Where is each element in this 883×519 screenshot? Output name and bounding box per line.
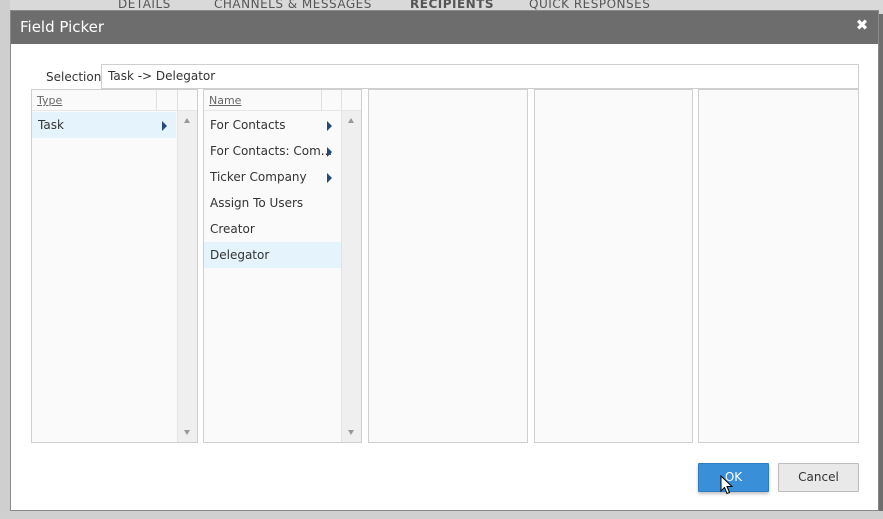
header-divider (321, 90, 322, 111)
name-header-label[interactable]: Name (209, 94, 241, 107)
name-column-scrollbar[interactable] (341, 111, 361, 442)
selection-label: Selection (46, 70, 102, 84)
list-item-for-contacts[interactable]: For Contacts (204, 112, 341, 138)
background-footer (0, 511, 883, 519)
mouse-pointer-icon (720, 475, 734, 495)
list-item-ticker-company[interactable]: Ticker Company (204, 164, 341, 190)
type-column-header: Type (32, 90, 197, 111)
chevron-right-icon (162, 121, 167, 131)
list-item-label: Creator (210, 222, 255, 236)
background-sidebar (0, 0, 10, 519)
list-item-label: Delegator (210, 248, 270, 262)
scroll-up-icon[interactable] (348, 118, 354, 123)
chevron-right-icon (327, 121, 332, 131)
selection-field[interactable]: Task -> Delegator (101, 64, 859, 89)
field-picker-dialog: Field Picker ✖ Selection Task -> Delegat… (10, 10, 879, 511)
close-icon[interactable]: ✖ (854, 17, 870, 33)
list-item-delegator[interactable]: Delegator (204, 242, 341, 268)
list-item-label: For Contacts (210, 118, 286, 132)
chevron-right-icon (327, 147, 332, 157)
list-item-label: Ticker Company (210, 170, 307, 184)
type-column-scrollbar[interactable] (177, 111, 197, 442)
dialog-titlebar: Field Picker ✖ (11, 11, 878, 44)
name-column-header: Name (204, 90, 361, 111)
header-divider (341, 90, 342, 111)
cancel-button[interactable]: Cancel (778, 463, 859, 492)
chevron-right-icon (327, 173, 332, 183)
header-divider (156, 90, 157, 111)
list-item-label: Task (38, 118, 64, 132)
empty-column-3 (368, 89, 528, 443)
empty-column-4 (534, 89, 693, 443)
scroll-down-icon[interactable] (348, 430, 354, 435)
list-item-for-contacts-company[interactable]: For Contacts: Com... (204, 138, 341, 164)
scroll-down-icon[interactable] (184, 430, 190, 435)
name-column: Name For Contacts For Contacts: Com... T… (203, 89, 362, 443)
list-item-assign-to-users[interactable]: Assign To Users (204, 190, 341, 216)
empty-column-5 (698, 89, 859, 443)
list-item-task[interactable]: Task (32, 112, 176, 138)
list-item-creator[interactable]: Creator (204, 216, 341, 242)
list-item-label: Assign To Users (210, 196, 304, 210)
header-divider (177, 90, 178, 111)
dialog-title: Field Picker (20, 18, 105, 36)
scroll-up-icon[interactable] (184, 118, 190, 123)
list-item-label: For Contacts: Com... (210, 144, 333, 158)
type-column: Type Task (31, 89, 198, 443)
type-header-label[interactable]: Type (37, 94, 62, 107)
